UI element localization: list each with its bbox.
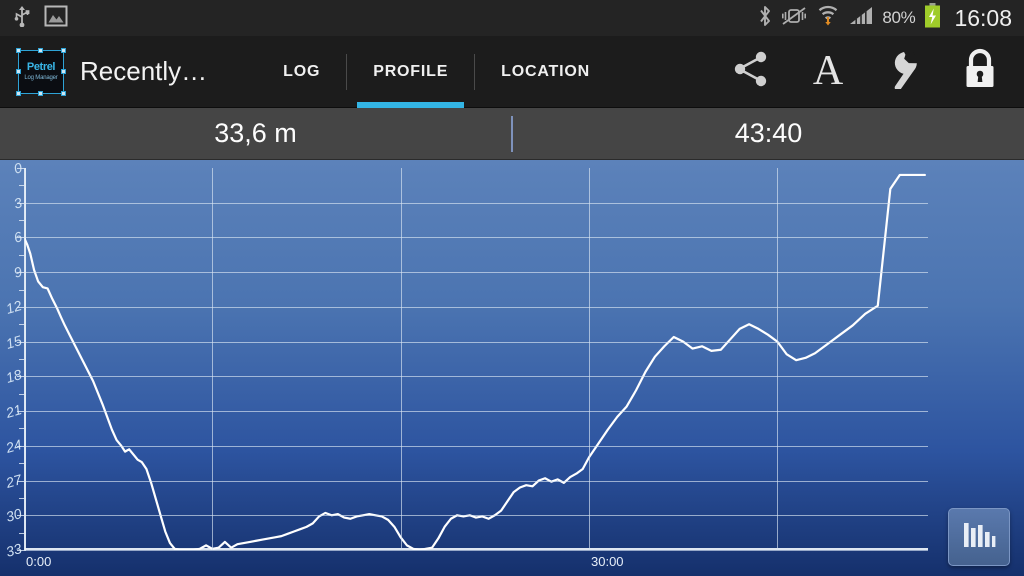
app-icon-line2: Log Manager [24, 75, 58, 81]
screenshot-image-icon [44, 4, 68, 33]
plot-area: 0 3 6 9 12 15 18 21 24 27 30 33 [5, 160, 928, 560]
app-icon-line1: Petrel [26, 61, 56, 73]
selection-handle [61, 68, 66, 74]
profile-chart[interactable]: 0 3 6 9 12 15 18 21 24 27 30 33 0:00 30:00 [0, 160, 1024, 576]
selection-handle [16, 47, 21, 53]
x-axis-tick-label: 30:00 [591, 554, 624, 569]
font-button[interactable]: A [790, 36, 866, 108]
font-icon: A [805, 46, 851, 97]
grid-line-horizontal [24, 341, 928, 343]
action-bar: Petrel Log Manager Recently… LOG PROFILE [0, 36, 1024, 108]
svg-text:A: A [813, 48, 844, 92]
app-icon[interactable]: Petrel Log Manager [16, 47, 66, 96]
tab-underline-active [357, 101, 465, 108]
statistics-button[interactable] [948, 508, 1010, 566]
selection-handle [16, 90, 21, 96]
grid-line-horizontal [24, 480, 928, 482]
grid-line-horizontal [24, 376, 928, 378]
selection-handle [38, 47, 43, 53]
wrench-icon [882, 49, 926, 94]
lock-button[interactable] [942, 36, 1018, 108]
battery-percent-label: 80% [882, 8, 916, 27]
grid-line-horizontal [24, 445, 928, 447]
grid-line-horizontal [24, 515, 928, 517]
depth-profile-polyline [24, 173, 926, 550]
grid-line-horizontal [24, 411, 928, 413]
duration-stat: 43:40 [734, 118, 803, 148]
stats-bar: 33,6 m 43:40 [0, 108, 1024, 160]
cellular-signal-icon [849, 5, 873, 32]
grid-line-vertical [212, 168, 214, 550]
distance-stat: 33,6 m [214, 118, 297, 148]
grid-line-horizontal [24, 237, 928, 239]
action-bar-buttons: A [714, 36, 1024, 108]
usb-icon [12, 5, 32, 32]
tab-location-label: LOCATION [501, 62, 590, 80]
settings-button[interactable] [866, 36, 942, 108]
status-bar: 80% 16:08 [0, 0, 1024, 36]
tab-underline [485, 102, 606, 108]
tab-location[interactable]: LOCATION [475, 36, 616, 108]
selection-handle [16, 68, 21, 74]
vibrate-mute-icon [781, 5, 807, 32]
tab-underline [267, 102, 336, 108]
tab-log[interactable]: LOG [257, 36, 346, 108]
bar-chart-icon [962, 520, 996, 555]
wifi-download-icon [816, 4, 840, 33]
screen-root: 80% 16:08 Petrel Log Manager Recently… L… [0, 0, 1024, 576]
battery-charging-icon [924, 3, 941, 33]
grid-line-vertical [589, 168, 590, 550]
tab-profile-label: PROFILE [373, 62, 449, 80]
status-bar-left-icons [0, 4, 68, 33]
selection-handle [38, 90, 43, 96]
lock-icon [961, 47, 999, 96]
grid-line-horizontal [24, 550, 928, 551]
status-bar-clock: 16:08 [954, 4, 1012, 31]
selection-handle [61, 90, 66, 96]
tab-bar: LOG PROFILE LOCATION [257, 36, 616, 108]
bluetooth-icon [758, 4, 772, 33]
status-bar-right-icons: 80% 16:08 [758, 3, 1024, 33]
tab-log-label: LOG [283, 62, 321, 80]
tab-profile[interactable]: PROFILE [347, 36, 474, 108]
x-axis-tick-label: 0:00 [26, 554, 52, 569]
grid-line-horizontal [24, 202, 928, 204]
grid-line-vertical [400, 168, 402, 550]
y-axis-tick [17, 550, 26, 551]
grid-line-vertical [777, 168, 779, 550]
depth-profile-line [24, 173, 926, 550]
grid-line-horizontal [24, 306, 928, 308]
grid-line-vertical [24, 168, 25, 550]
share-button[interactable] [714, 36, 790, 108]
page-title: Recently… [80, 56, 208, 86]
selection-handle [61, 47, 66, 53]
share-icon [731, 49, 773, 94]
grid-line-horizontal [24, 272, 928, 274]
